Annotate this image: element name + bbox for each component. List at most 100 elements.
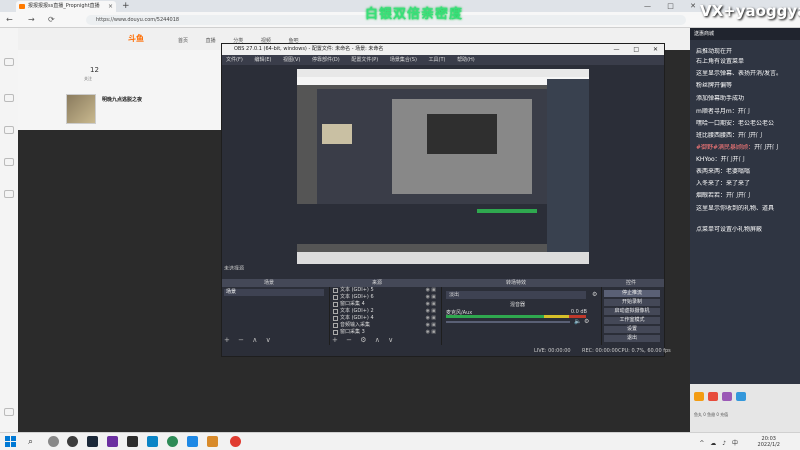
site-nav-home[interactable]: 首页 (178, 38, 188, 44)
site-logo[interactable]: 斗鱼 (128, 33, 144, 44)
windows-start-icon[interactable] (5, 436, 17, 448)
ime-icon[interactable]: 中 (732, 440, 738, 447)
source-up-button[interactable]: ∧ (375, 336, 380, 344)
nav-settings-icon[interactable] (4, 408, 14, 416)
lock-icon[interactable]: ▣ (431, 322, 436, 329)
source-row[interactable]: 音频输入采集 ◉ ▣ (332, 322, 436, 329)
search-icon[interactable]: ⌕ (28, 437, 33, 447)
window-controls: — □ ✕ (630, 0, 696, 12)
scene-item[interactable]: 场景 (224, 289, 324, 296)
browser-icon[interactable] (187, 436, 198, 447)
new-tab-button[interactable]: + (122, 0, 130, 12)
obs-preview[interactable] (297, 69, 589, 264)
source-settings-icon[interactable]: ⚙ (360, 336, 366, 344)
exit-button[interactable]: 退出 (604, 335, 660, 342)
obs-minimize-button[interactable]: — (613, 46, 619, 53)
browser-tab[interactable]: 报报报报ss直播_Propnight直播 × (16, 1, 116, 12)
visibility-icon[interactable]: ◉ (426, 315, 430, 322)
gift-icon[interactable] (722, 392, 732, 401)
preview-recursive-capture (297, 69, 589, 264)
transition-settings-icon[interactable]: ⚙ (592, 291, 597, 298)
visibility-icon[interactable]: ◉ (426, 294, 430, 301)
source-row[interactable]: 文本 (GDI+) 6 ◉ ▣ (332, 294, 436, 301)
source-down-button[interactable]: ∨ (388, 336, 393, 344)
gift-icon[interactable] (694, 392, 704, 401)
add-scene-button[interactable]: + (224, 336, 230, 344)
dock-headers: 场景 来源 转场特效 控件 (222, 279, 664, 287)
lock-icon[interactable]: ▣ (431, 287, 436, 294)
steam-icon[interactable] (87, 436, 98, 447)
forward-icon[interactable]: → (28, 14, 35, 26)
menu-help[interactable]: 帮助(H) (457, 57, 475, 63)
virtual-camera-button[interactable]: 启动虚拟摄像机 (604, 308, 660, 315)
stop-streaming-button[interactable]: 停止推流 (604, 290, 660, 297)
minimize-button[interactable]: — (644, 2, 651, 10)
volume-slider[interactable] (446, 321, 570, 323)
source-row[interactable]: 窗口采集 4 ◉ ▣ (332, 301, 436, 308)
premiere-icon[interactable] (107, 436, 118, 447)
source-row[interactable]: 文本 (GDI+) 5 ◉ ▣ (332, 287, 436, 294)
source-row[interactable]: 窗口采集 3 ◉ ▣ (332, 329, 436, 336)
menu-view[interactable]: 视图(V) (283, 57, 300, 63)
transition-select[interactable]: 淡出 (446, 291, 586, 299)
douyu-icon[interactable] (230, 436, 241, 447)
task-view-icon[interactable] (48, 436, 59, 447)
lock-icon[interactable]: ▣ (431, 329, 436, 336)
nav-category-icon[interactable] (4, 126, 14, 134)
obs-taskbar-icon[interactable] (67, 436, 78, 447)
menu-tools[interactable]: 工具(T) (429, 57, 446, 63)
tray-expand-icon[interactable]: ^ (699, 440, 704, 447)
mixer-settings-icon[interactable]: ⚙ (584, 318, 589, 325)
explorer-icon[interactable] (147, 436, 158, 447)
folder-icon[interactable] (207, 436, 218, 447)
remove-scene-button[interactable]: − (238, 336, 244, 344)
visibility-icon[interactable]: ◉ (426, 329, 430, 336)
speaker-icon[interactable]: 🔈 (574, 318, 581, 325)
obs-maximize-button[interactable]: □ (633, 46, 639, 53)
visibility-icon[interactable]: ◉ (426, 308, 430, 315)
lock-icon[interactable]: ▣ (431, 301, 436, 308)
lock-icon[interactable]: ▣ (431, 315, 436, 322)
maximize-button[interactable]: □ (667, 2, 674, 10)
close-tab-icon[interactable]: × (108, 1, 113, 12)
source-row[interactable]: 文本 (GDI+) 2 ◉ ▣ (332, 308, 436, 315)
menu-scene-collection[interactable]: 场景集合(S) (390, 57, 417, 63)
nav-video-icon[interactable] (4, 158, 14, 166)
chat-message: 右上角有设置菜单 (696, 58, 745, 65)
nav-fish-icon[interactable] (4, 190, 14, 198)
room-info-panel: 12 关注 (18, 50, 223, 130)
remove-source-button[interactable]: − (346, 336, 352, 344)
nav-home-icon[interactable] (4, 58, 14, 66)
network-icon[interactable]: ☁ (710, 440, 716, 447)
app-icon[interactable] (127, 436, 138, 447)
clock[interactable]: 20:03 2022/1/2 (758, 436, 780, 448)
add-source-button[interactable]: + (332, 336, 338, 344)
start-recording-button[interactable]: 开始录制 (604, 299, 660, 306)
visibility-icon[interactable]: ◉ (426, 301, 430, 308)
gift-icon[interactable] (736, 392, 746, 401)
lock-icon[interactable]: ▣ (431, 308, 436, 315)
visibility-icon[interactable]: ◉ (426, 287, 430, 294)
lock-icon[interactable]: ▣ (431, 294, 436, 301)
obs-close-button[interactable]: ✕ (653, 46, 658, 53)
settings-button[interactable]: 设置 (604, 326, 660, 333)
back-icon[interactable]: ← (6, 14, 13, 26)
menu-docks[interactable]: 停靠部件(D) (312, 57, 340, 63)
menu-file[interactable]: 文件(F) (226, 57, 243, 63)
close-window-button[interactable]: ✕ (690, 2, 696, 10)
menu-profile[interactable]: 配置文件(P) (351, 57, 378, 63)
site-nav-live[interactable]: 直播 (206, 38, 216, 44)
studio-mode-button[interactable]: 工作室模式 (604, 317, 660, 324)
edge-icon[interactable] (167, 436, 178, 447)
gift-icon[interactable] (708, 392, 718, 401)
scene-up-button[interactable]: ∧ (252, 336, 257, 344)
reload-icon[interactable]: ⟳ (48, 14, 55, 26)
streamer-avatar[interactable] (66, 94, 96, 124)
visibility-icon[interactable]: ◉ (426, 322, 430, 329)
volume-icon[interactable]: ♪ (722, 440, 726, 447)
source-row[interactable]: 文本 (GDI+) 4 ◉ ▣ (332, 315, 436, 322)
menu-edit[interactable]: 编辑(E) (254, 57, 271, 63)
scene-down-button[interactable]: ∨ (266, 336, 271, 344)
nav-live-icon[interactable] (4, 94, 14, 102)
scenes-panel: 场景 + − ∧ ∨ (222, 287, 330, 345)
